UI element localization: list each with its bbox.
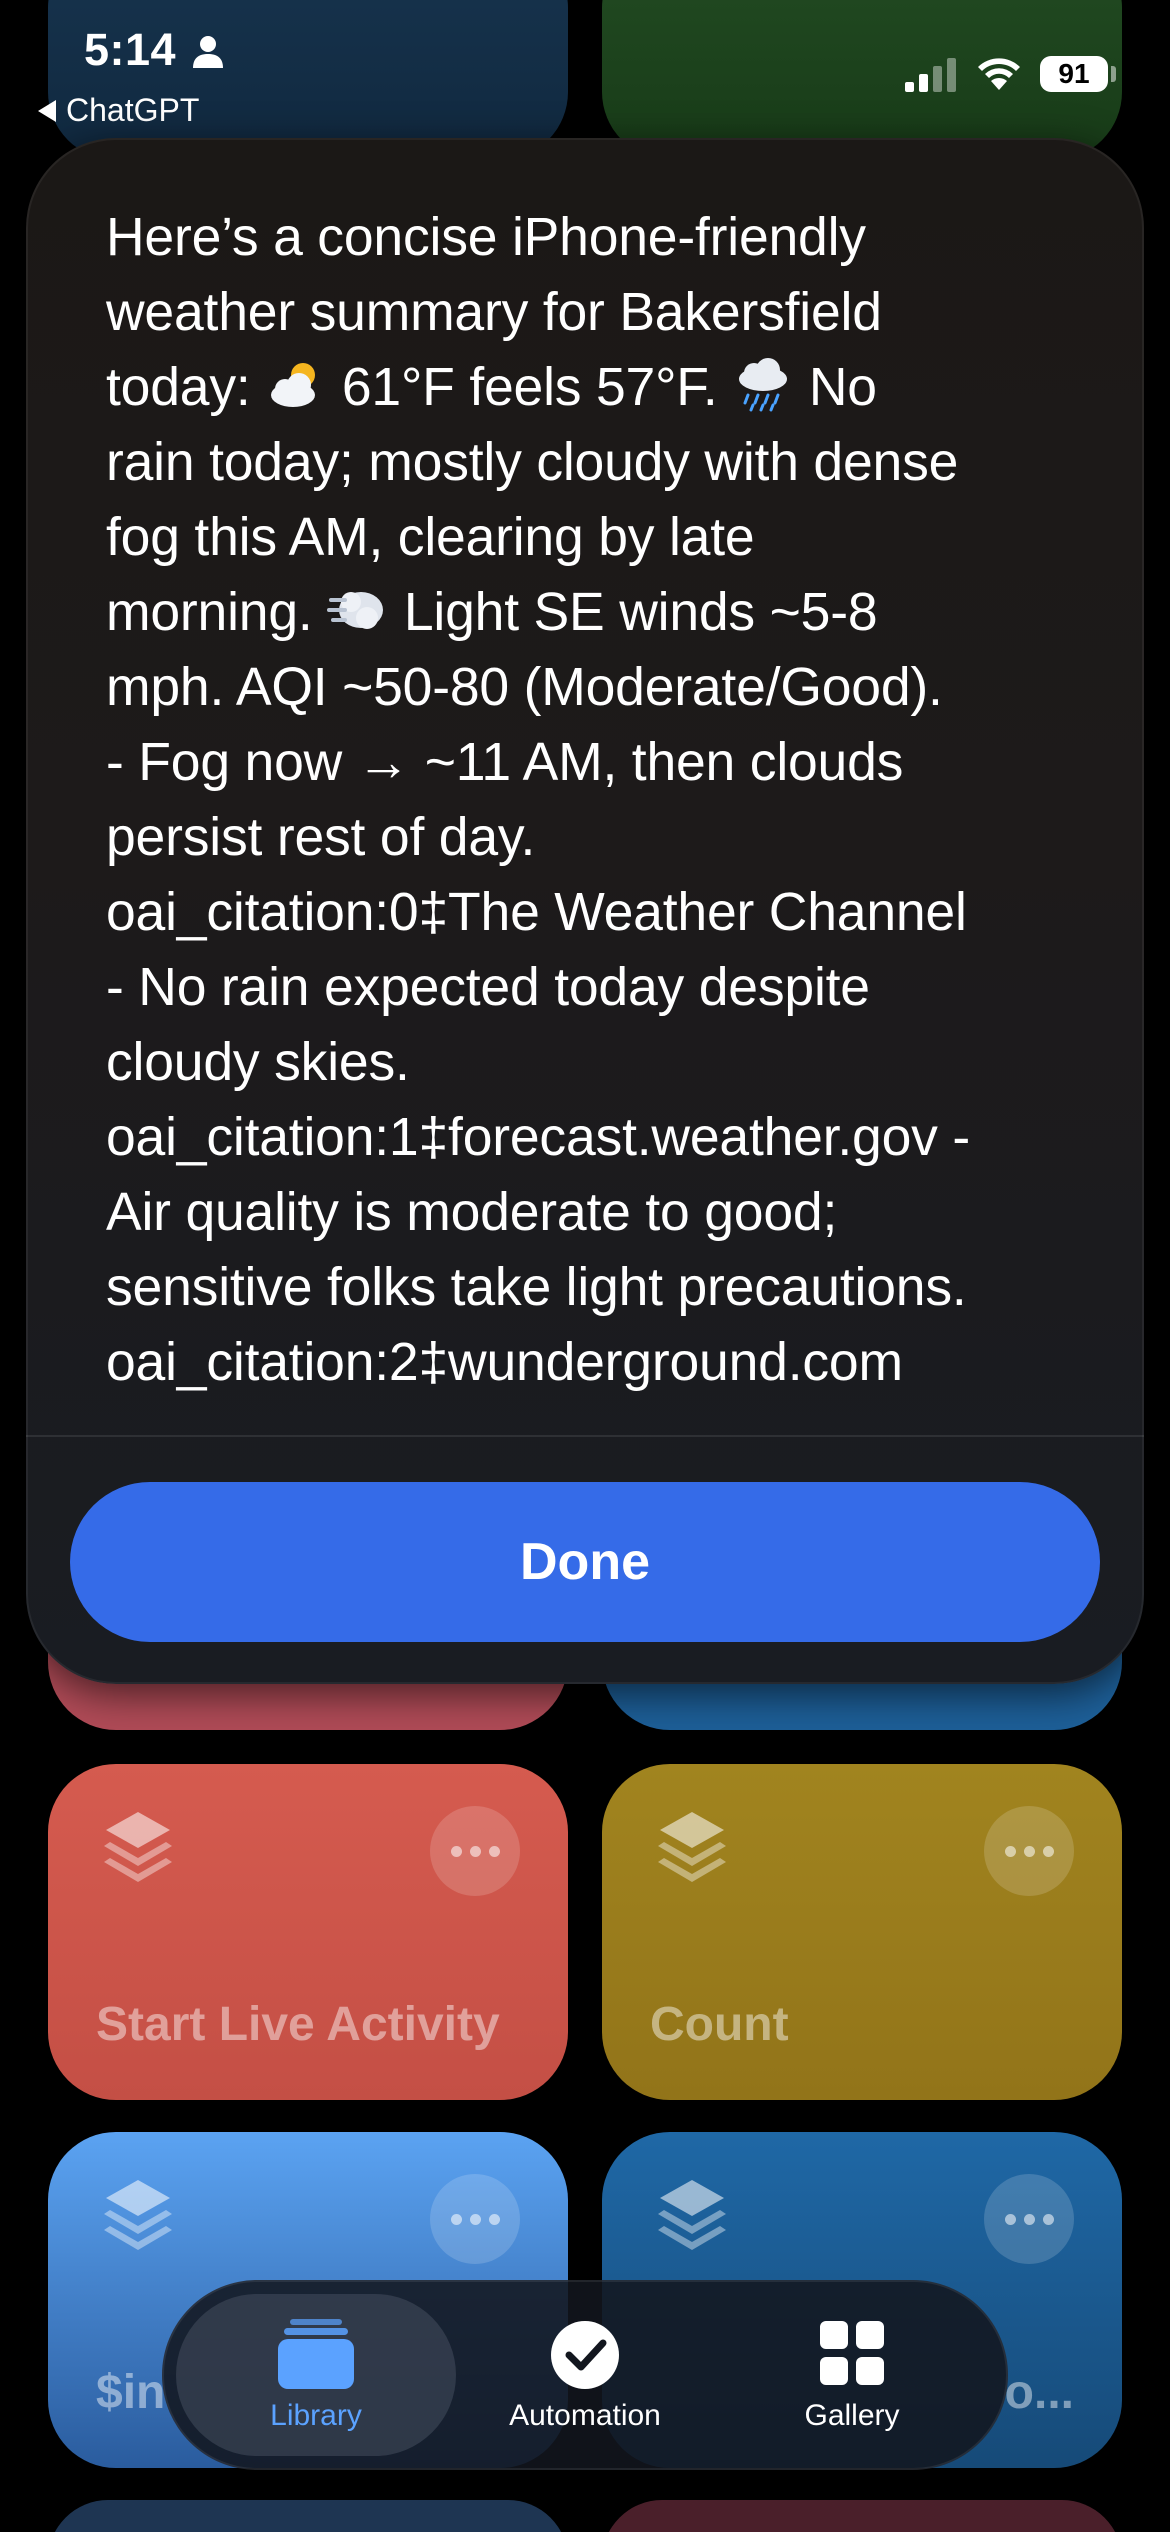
text-fragment: 61°F feels 57°F. xyxy=(327,358,733,417)
text-line: mph. AQI ~50-80 (Moderate/Good). xyxy=(106,658,943,717)
back-to-app-button[interactable]: ChatGPT xyxy=(38,92,199,129)
tab-gallery[interactable]: Gallery xyxy=(712,2294,992,2456)
battery-indicator: 91 xyxy=(1040,56,1108,92)
tile-label: o... xyxy=(1004,2366,1074,2419)
shortcuts-screen: Start Live Activity Count $in o... 5:14 … xyxy=(0,0,1170,2532)
shortcut-tile-count[interactable]: Count xyxy=(602,1764,1122,2100)
tab-bar: Library Automation Gallery xyxy=(162,2280,1008,2470)
layers-icon xyxy=(104,1812,172,1882)
text-line: weather summary for Bakersfield xyxy=(106,283,882,342)
text-line: oai_citation:2‡wunderground.com xyxy=(106,1333,903,1392)
battery-cap xyxy=(1111,66,1116,82)
folder-stack-icon xyxy=(278,2319,354,2389)
text-line: Here’s a concise iPhone-friendly xyxy=(106,208,866,267)
text-line: - No rain expected today despite xyxy=(106,958,870,1017)
wifi-icon xyxy=(978,58,1020,90)
tab-label: Library xyxy=(270,2399,362,2432)
status-bar: 5:14 ChatGPT 91 xyxy=(0,0,1170,140)
cloud-with-rain-icon xyxy=(739,358,788,412)
more-options-button[interactable] xyxy=(430,1806,520,1896)
more-options-button[interactable] xyxy=(984,1806,1074,1896)
cellular-signal-icon xyxy=(905,58,956,92)
text-line: morning. Light SE winds ~5-8 xyxy=(106,575,1106,650)
tab-automation[interactable]: Automation xyxy=(445,2294,725,2456)
text-line: cloudy skies. xyxy=(106,1033,410,1092)
tab-label: Automation xyxy=(509,2399,661,2432)
status-time: 5:14 xyxy=(84,24,177,75)
layers-icon xyxy=(658,1812,726,1882)
modal-divider xyxy=(26,1435,1144,1437)
back-app-label: ChatGPT xyxy=(66,92,200,128)
text-line: persist rest of day. xyxy=(106,808,536,867)
tile-label: $in xyxy=(96,2366,166,2419)
done-button[interactable]: Done xyxy=(70,1482,1100,1642)
result-modal: Here’s a concise iPhone-friendly weather… xyxy=(26,138,1144,1684)
text-fragment: today: xyxy=(106,358,266,417)
tile-label: Count xyxy=(650,1998,789,2051)
shortcut-tile-start-live-activity[interactable]: Start Live Activity xyxy=(48,1764,568,2100)
tab-library[interactable]: Library xyxy=(176,2294,456,2456)
person-icon xyxy=(193,36,223,68)
tile-label: Start Live Activity xyxy=(96,1998,500,2051)
text-fragment: morning. xyxy=(106,583,328,642)
text-line: Air quality is moderate to good; xyxy=(106,1183,838,1242)
text-line: today: 61°F feels 57°F. No xyxy=(106,350,1106,425)
text-line: - Fog now → ~11 AM, then clouds xyxy=(106,733,904,792)
text-line: oai_citation:1‡forecast.weather.gov - xyxy=(106,1108,970,1167)
text-line: sensitive folks take light precautions. xyxy=(106,1258,967,1317)
text-fragment: No xyxy=(794,358,877,417)
text-fragment: Light SE winds ~5-8 xyxy=(389,583,878,642)
more-options-button[interactable] xyxy=(430,2174,520,2264)
more-options-button[interactable] xyxy=(984,2174,1074,2264)
weather-summary-text: Here’s a concise iPhone-friendly weather… xyxy=(106,200,1106,1400)
text-line: fog this AM, clearing by late xyxy=(106,508,755,567)
wind-face-icon xyxy=(327,592,384,629)
clock-check-icon xyxy=(551,2321,619,2389)
layers-icon xyxy=(658,2180,726,2250)
back-arrow-icon xyxy=(38,99,56,122)
grid-icon xyxy=(820,2321,884,2385)
shortcut-tile-peek-right[interactable] xyxy=(602,2500,1122,2532)
sun-behind-cloud-icon xyxy=(271,363,316,407)
layers-icon xyxy=(104,2180,172,2250)
text-line: oai_citation:0‡The Weather Channel xyxy=(106,883,967,942)
text-line: rain today; mostly cloudy with dense xyxy=(106,433,959,492)
shortcut-tile-peek-left[interactable] xyxy=(48,2500,568,2532)
tab-label: Gallery xyxy=(804,2399,900,2432)
